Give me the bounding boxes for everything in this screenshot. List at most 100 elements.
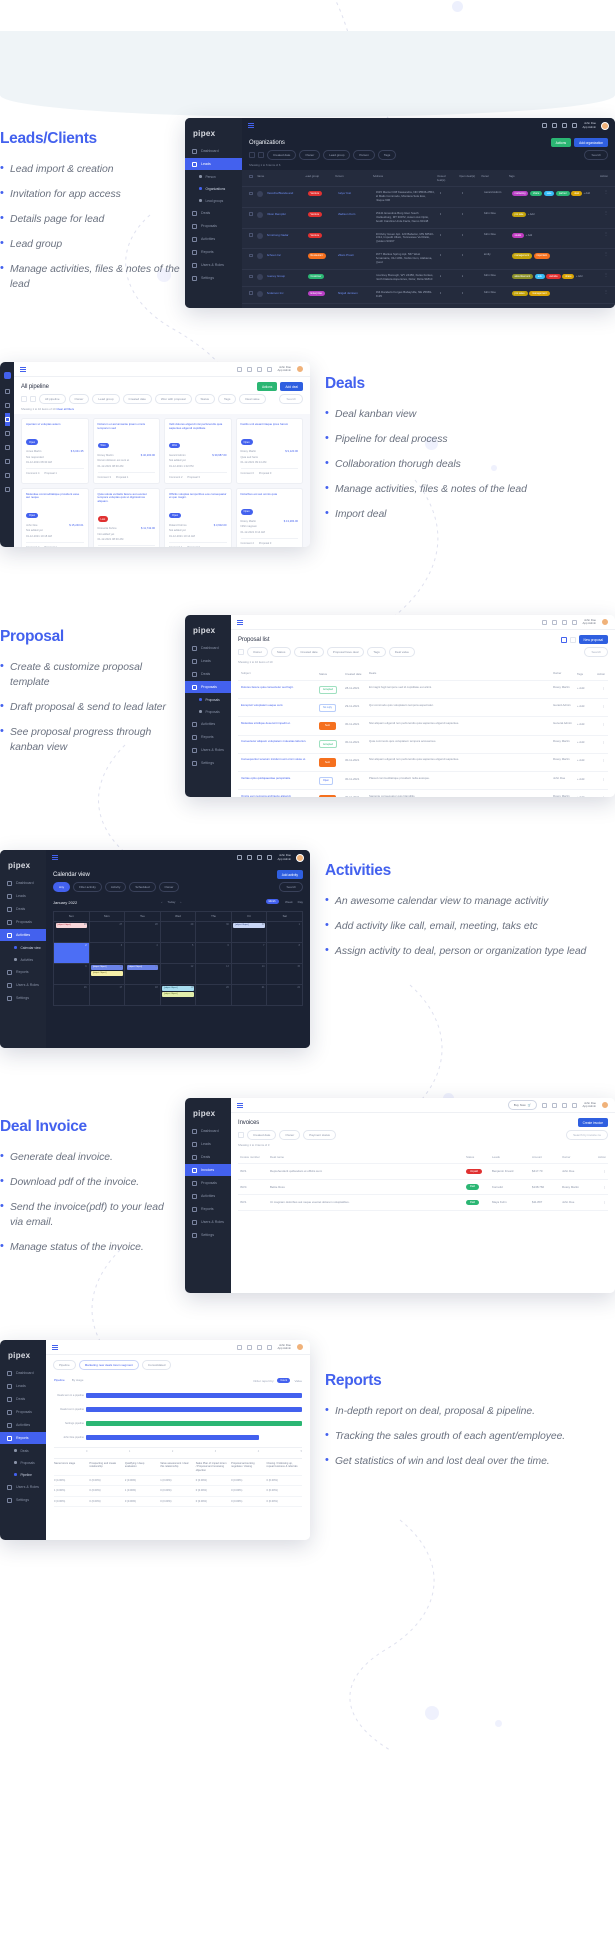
filter-won-proposal[interactable]: Won with proposal: [154, 394, 192, 404]
sidebar-item-reports[interactable]: Reports: [185, 1203, 231, 1215]
table-row[interactable]: INV1 Reprehenderit quibusdam et officiis…: [238, 1164, 608, 1180]
tab-by-stage[interactable]: By stage: [72, 1378, 84, 1385]
deal-card[interactable]: Aperiam ut voluptas autem Open Jones Mar…: [21, 418, 89, 484]
deal-card[interactable]: Doloribus est aut omnis quia Open Rossy …: [235, 487, 303, 547]
status-badge[interactable]: Accepted: [319, 740, 337, 749]
sidebar-item-proposals-list[interactable]: Proposals: [185, 694, 231, 705]
theme-icon[interactable]: [237, 366, 243, 372]
sidebar-item-template[interactable]: Proposals: [185, 706, 231, 717]
sidebar-item-reports[interactable]: Reports: [185, 731, 231, 743]
table-row[interactable]: Dolores facere quia consectetur sed fugi…: [238, 681, 608, 699]
mail-icon[interactable]: [257, 855, 263, 860]
sidebar-item-settings[interactable]: Settings: [185, 1229, 231, 1241]
calendar-event[interactable]: [object Object]: [162, 992, 194, 997]
sidebar-item-reports[interactable]: Reports: [0, 966, 46, 978]
prev-month-icon[interactable]: ‹: [161, 900, 162, 904]
filter-owner[interactable]: Owner: [158, 882, 180, 892]
filter-tags[interactable]: Tags: [377, 150, 397, 160]
cell-person[interactable]: Kaiya Yost: [338, 191, 372, 195]
row-menu-icon[interactable]: ⋮: [595, 758, 605, 762]
calendar-cell[interactable]: 7: [231, 942, 268, 964]
sidebar-item-report-deal[interactable]: Deals: [0, 1445, 46, 1456]
sidebar-item-leads[interactable]: Leads: [185, 158, 242, 170]
sidebar-item-dashboard[interactable]: Dashboard: [0, 1367, 46, 1379]
sidebar-item-users-roles[interactable]: Users & Roles: [185, 1216, 231, 1228]
cell-person[interactable]: Abigail Jamison: [338, 291, 372, 295]
add-tag-link[interactable]: + Add: [576, 275, 582, 278]
create-invoice-button[interactable]: Create invoice: [577, 1118, 608, 1127]
calendar-cell[interactable]: 1: [267, 921, 303, 943]
filter-owner[interactable]: Owner: [247, 647, 268, 657]
filter-activity[interactable]: Activity: [104, 882, 127, 892]
calendar-cell[interactable]: 26 [object Object]: [54, 921, 90, 943]
user-info[interactable]: John Doe App Admin: [277, 853, 291, 861]
row-menu-icon[interactable]: ⋮: [604, 210, 608, 215]
row-menu-icon[interactable]: ⋮: [592, 1200, 606, 1204]
buy-now-button[interactable]: Buy Now 🛒: [507, 1100, 538, 1110]
filter-owner[interactable]: Owner: [279, 1130, 301, 1140]
add-tag-link[interactable]: + Add: [528, 213, 534, 216]
cell-subject[interactable]: Veritas optio quidquaestiae perspiciatis…: [241, 776, 319, 781]
sidebar-item-activities[interactable]: Activities: [185, 718, 231, 730]
deal-card[interactable]: Velit dolores eligendi nisi perferendis …: [164, 418, 232, 484]
filter-status[interactable]: Status: [194, 394, 216, 404]
row-menu-icon[interactable]: ⋮: [592, 1185, 606, 1189]
filter-owner[interactable]: Owner: [68, 394, 90, 404]
fullscreen-icon[interactable]: [247, 1344, 253, 1350]
menu-icon[interactable]: [52, 855, 58, 860]
sidebar-item-proposals[interactable]: [4, 427, 10, 440]
calendar-cell[interactable]: 13: [196, 963, 232, 985]
sidebar-item-settings[interactable]: Settings: [185, 272, 242, 284]
calendar-cell[interactable]: 10 [object Object] [object Object]: [89, 963, 126, 985]
deal-card[interactable]: Officiis voluptas temporibus eos consequ…: [164, 487, 232, 547]
theme-icon[interactable]: [237, 855, 243, 860]
sidebar-item-reports[interactable]: Reports: [0, 1432, 46, 1444]
sidebar-item-proposals[interactable]: Proposals: [185, 220, 242, 232]
add-activity-button[interactable]: Add activity: [276, 870, 303, 879]
sidebar-item-deals[interactable]: Deals: [0, 1393, 46, 1405]
sidebar-item-users-roles[interactable]: Users & Roles: [0, 979, 46, 991]
sidebar-item-dashboard[interactable]: Dashboard: [185, 1125, 231, 1137]
search-input[interactable]: Search: [279, 882, 303, 892]
calendar-event[interactable]: [object Object]: [91, 965, 123, 971]
sidebar-item-leads[interactable]: Leads: [185, 655, 231, 667]
filter-pipeline-name[interactable]: Marketing new deals lorem segment: [78, 1360, 139, 1370]
filter-have-deal[interactable]: Proposal have deal: [326, 647, 365, 657]
add-deal-button[interactable]: Add deal: [280, 382, 303, 391]
theme-icon[interactable]: [237, 1344, 243, 1350]
deal-card[interactable]: Facilis unit eleanti itaque ipres harum …: [235, 418, 303, 484]
cell-subject[interactable]: Omnis eum tempora architecto aligendi.: [241, 794, 319, 797]
filter-created-date[interactable]: Created date: [247, 1130, 277, 1140]
status-badge[interactable]: Sent: [319, 758, 336, 767]
deal-card[interactable]: Dolorum et accumsante ipsam omnis tempor…: [92, 418, 160, 484]
sidebar-item-activities[interactable]: [4, 441, 10, 454]
calendar-cell[interactable]: 12: [160, 963, 197, 985]
row-menu-icon[interactable]: ⋮: [604, 231, 608, 236]
row-menu-icon[interactable]: ⋮: [604, 251, 608, 256]
mail-icon[interactable]: [562, 619, 568, 625]
avatar[interactable]: [601, 1101, 609, 1109]
row-checkbox[interactable]: [249, 233, 253, 237]
view-month[interactable]: Month: [265, 899, 279, 905]
row-checkbox[interactable]: [249, 253, 253, 258]
next-month-icon[interactable]: ›: [180, 900, 181, 904]
list-view-icon[interactable]: [30, 396, 36, 402]
deal-card[interactable]: Molestiae commoditatique provident esse …: [21, 487, 89, 547]
sidebar-item-proposals[interactable]: Proposals: [0, 916, 46, 928]
actions-button[interactable]: Actions: [256, 382, 278, 391]
status-badge[interactable]: Accepted: [319, 685, 337, 694]
search-input[interactable]: Search: [584, 150, 608, 160]
cell-name[interactable]: Anderson Inc: [267, 291, 304, 295]
calendar-cell-selected[interactable]: 2: [54, 942, 90, 964]
new-proposal-button[interactable]: New proposal: [578, 635, 608, 644]
fullscreen-icon[interactable]: [247, 366, 253, 372]
row-menu-icon[interactable]: ⋮: [595, 777, 605, 781]
sidebar-item-activities[interactable]: Activities: [0, 1419, 46, 1431]
sidebar-item-leads[interactable]: Leads: [185, 1138, 231, 1150]
calendar-cell[interactable]: 5: [160, 942, 197, 964]
cell-name[interactable]: Feeney Group: [267, 274, 304, 278]
sidebar-item-deals[interactable]: Deals: [185, 207, 242, 219]
sidebar-item-settings[interactable]: Settings: [0, 992, 46, 1004]
avatar[interactable]: [601, 618, 609, 626]
list-view-icon[interactable]: [569, 636, 576, 643]
